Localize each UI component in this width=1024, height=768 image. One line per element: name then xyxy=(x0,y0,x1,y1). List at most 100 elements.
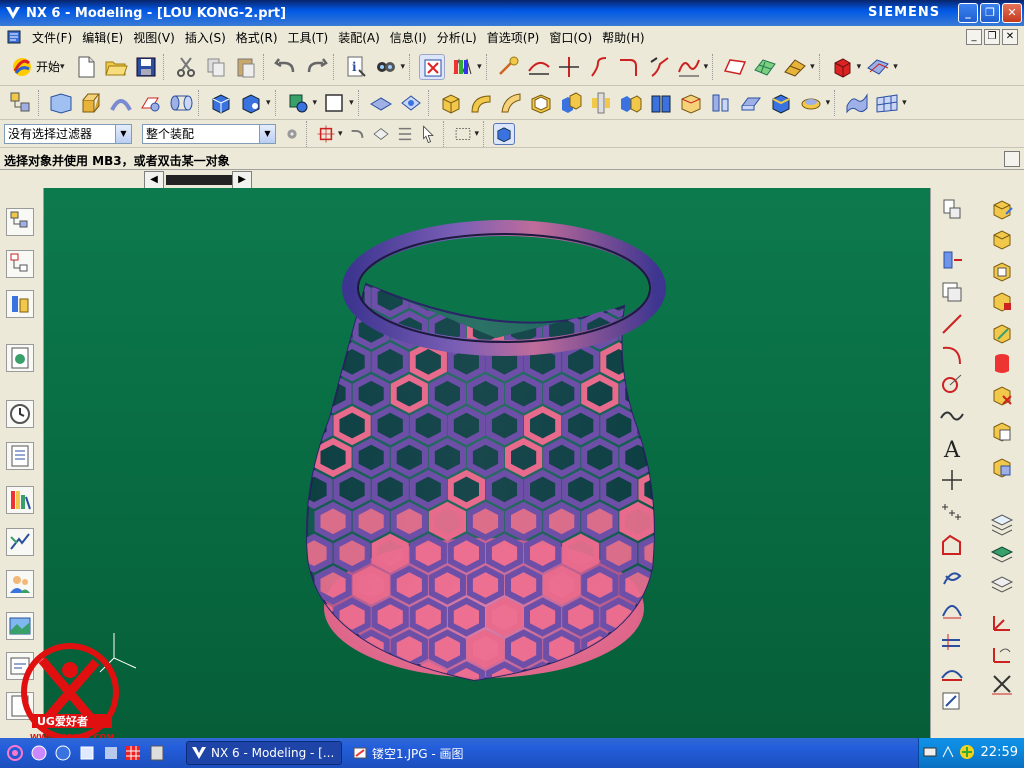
point-set-icon[interactable] xyxy=(938,496,966,524)
selection-scope-select[interactable]: 整个装配 ▼ xyxy=(142,123,276,144)
menu-analysis[interactable]: 分析(L) xyxy=(432,29,482,46)
project-curve-icon[interactable] xyxy=(938,278,966,306)
filter-settings-icon[interactable] xyxy=(282,124,302,144)
redo-icon[interactable] xyxy=(303,54,329,80)
view-iso-icon[interactable] xyxy=(988,288,1016,316)
boss-icon[interactable] xyxy=(398,90,424,116)
menu-information[interactable]: 信息(I) xyxy=(385,29,432,46)
mesh-surface-icon[interactable] xyxy=(752,54,778,80)
text-icon[interactable]: A xyxy=(938,434,966,463)
scroll-left-icon[interactable]: ◀ xyxy=(144,171,164,189)
new-file-icon[interactable] xyxy=(73,54,99,80)
instance-icon[interactable] xyxy=(558,90,584,116)
trim-body-icon[interactable] xyxy=(618,90,644,116)
scroll-thumb[interactable] xyxy=(166,175,232,185)
security-shield-icon[interactable] xyxy=(959,744,975,760)
point-icon[interactable] xyxy=(938,466,966,494)
through-curve-mesh-icon[interactable] xyxy=(874,90,900,116)
menu-preferences[interactable]: 首选项(P) xyxy=(482,29,545,46)
offset-face-icon[interactable] xyxy=(678,90,704,116)
surface-from-curves-icon[interactable] xyxy=(844,90,870,116)
task-paint[interactable]: 镂空1.JPG - 画图 xyxy=(348,741,504,765)
curve-trim-icon[interactable] xyxy=(526,54,552,80)
chevron-down-icon[interactable]: ▼ xyxy=(115,124,131,143)
cut-icon[interactable] xyxy=(173,54,199,80)
menu-help[interactable]: 帮助(H) xyxy=(597,29,649,46)
ribbon-surface-icon[interactable] xyxy=(782,54,808,80)
task-nx-modeling[interactable]: NX 6 - Modeling - [... xyxy=(186,741,342,765)
close-button[interactable]: ✕ xyxy=(1002,3,1022,23)
mirror-icon[interactable] xyxy=(588,90,614,116)
wcs-origin-icon[interactable] xyxy=(988,608,1016,636)
view-save-icon[interactable] xyxy=(988,454,1016,482)
fit-view-icon[interactable] xyxy=(419,53,446,80)
line-icon[interactable] xyxy=(938,310,966,338)
show-hide-icon[interactable] xyxy=(373,54,399,80)
wcs-rotate-icon[interactable] xyxy=(988,640,1016,668)
split-body-icon[interactable] xyxy=(648,90,674,116)
system-scenes-tab[interactable] xyxy=(6,612,34,640)
cylinder-icon[interactable] xyxy=(238,90,264,116)
shaded-view-icon[interactable] xyxy=(449,54,475,80)
wcs-icon[interactable] xyxy=(496,54,522,80)
system-materials-tab[interactable] xyxy=(6,442,34,470)
document-icon[interactable] xyxy=(6,29,22,45)
wrap-curve-icon[interactable] xyxy=(938,688,966,716)
quicklaunch-calc-icon[interactable] xyxy=(148,744,166,762)
helix-icon[interactable] xyxy=(938,564,966,592)
view-orient-icon[interactable] xyxy=(865,54,891,80)
network-icon[interactable] xyxy=(941,745,955,759)
shell-icon[interactable] xyxy=(528,90,554,116)
process-studio-tab[interactable] xyxy=(6,528,34,556)
view-delete-icon[interactable] xyxy=(988,382,1016,410)
revolve-icon[interactable] xyxy=(108,90,134,116)
chevron-down-icon[interactable]: ▼ xyxy=(259,124,275,143)
doc-close-button[interactable]: ✕ xyxy=(1002,29,1018,45)
paste-icon[interactable] xyxy=(233,54,259,80)
solid-box-icon[interactable] xyxy=(829,54,855,80)
resource-scrollbar[interactable]: ◀ ▶ xyxy=(0,170,1024,189)
draft-icon[interactable] xyxy=(738,90,764,116)
view-cylinder-icon[interactable] xyxy=(988,350,1016,378)
menu-view[interactable]: 视图(V) xyxy=(128,29,180,46)
layer-settings-icon[interactable] xyxy=(988,510,1016,538)
curve-edit-icon[interactable] xyxy=(676,54,702,80)
curve-chamfer-icon[interactable] xyxy=(646,54,672,80)
wcs-display-icon[interactable] xyxy=(988,670,1016,698)
history-tab[interactable] xyxy=(6,400,34,428)
scale-body-icon[interactable] xyxy=(708,90,734,116)
view-replace-icon[interactable] xyxy=(988,418,1016,446)
spline-icon[interactable] xyxy=(938,402,966,430)
rectangle-select-icon[interactable] xyxy=(453,124,473,144)
start-button[interactable]: 开始 ▾ xyxy=(6,53,71,81)
extract-curve-icon[interactable] xyxy=(938,246,966,274)
plane-icon[interactable] xyxy=(722,54,748,80)
layer-visible-icon[interactable] xyxy=(988,540,1016,568)
web-browser-tab[interactable] xyxy=(6,344,34,372)
circle-icon[interactable] xyxy=(938,370,966,398)
curve-stretch-icon[interactable] xyxy=(586,54,612,80)
selection-priority-icon[interactable] xyxy=(395,124,415,144)
honeycomb-vase-model[interactable] xyxy=(44,188,930,738)
object-info-icon[interactable]: i xyxy=(343,54,369,80)
layer-move-icon[interactable] xyxy=(988,570,1016,598)
pointer-icon[interactable] xyxy=(419,124,439,144)
palette-tab[interactable] xyxy=(6,486,34,514)
quicklaunch-grid-icon[interactable] xyxy=(124,744,142,762)
work-layer-icon[interactable] xyxy=(493,122,516,145)
view-right-icon[interactable] xyxy=(988,258,1016,286)
chamfer-icon[interactable] xyxy=(498,90,524,116)
menu-format[interactable]: 格式(R) xyxy=(231,29,283,46)
sweep-icon[interactable] xyxy=(138,90,164,116)
restore-button[interactable]: ❐ xyxy=(980,3,1000,23)
quicklaunch-spiral-icon[interactable] xyxy=(6,744,24,762)
scroll-right-icon[interactable]: ▶ xyxy=(232,171,252,189)
menu-file[interactable]: 文件(F) xyxy=(27,29,77,46)
assembly-navigator-icon[interactable] xyxy=(8,90,34,116)
edge-blend-icon[interactable] xyxy=(468,90,494,116)
feature-operation-icon[interactable] xyxy=(285,90,311,116)
roles-tab[interactable] xyxy=(6,570,34,598)
quicklaunch-tool-icon[interactable] xyxy=(102,744,120,762)
sew-icon[interactable] xyxy=(798,90,824,116)
graphics-window[interactable] xyxy=(44,188,930,738)
